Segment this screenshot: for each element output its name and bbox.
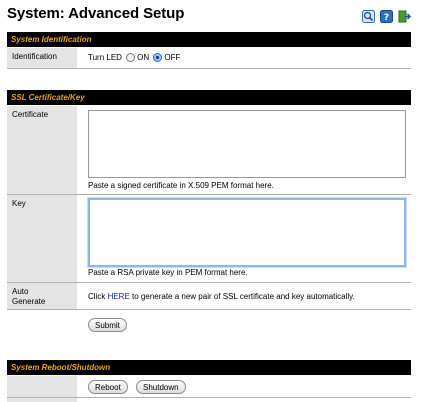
divider: [7, 309, 411, 310]
section-header-ssl: SSL Certificate/Key: [7, 90, 411, 105]
section-header-identification: System Identification: [7, 32, 411, 47]
certificate-hint: Paste a signed certificate in X.509 PEM …: [88, 181, 274, 190]
auto-generate-label: Auto Generate: [7, 283, 77, 309]
search-icon[interactable]: [362, 10, 375, 23]
led-control: Turn LED ON OFF: [88, 53, 180, 62]
reboot-label-cell: [7, 376, 77, 402]
auto-generate-suffix: to generate a new pair of SSL certificat…: [129, 292, 355, 301]
led-label: Turn LED: [88, 53, 122, 62]
shutdown-button[interactable]: Shutdown: [136, 380, 186, 394]
identification-label: Identification: [7, 48, 77, 68]
key-textarea[interactable]: [88, 198, 406, 267]
certificate-label: Certificate: [7, 106, 77, 194]
led-on-label: ON: [137, 53, 150, 62]
section-header-reboot: System Reboot/Shutdown: [7, 360, 411, 375]
auto-generate-text: Click HERE to generate a new pair of SSL…: [88, 292, 355, 301]
certificate-textarea[interactable]: [88, 110, 406, 178]
key-label: Key: [7, 195, 77, 282]
led-on-radio[interactable]: [126, 53, 136, 62]
led-off-label: OFF: [164, 53, 181, 62]
help-icon[interactable]: ?: [380, 10, 393, 23]
reboot-button[interactable]: Reboot: [88, 380, 128, 394]
divider: [7, 397, 411, 398]
svg-text:?: ?: [384, 13, 389, 23]
page-title: System: Advanced Setup: [7, 5, 185, 22]
key-hint: Paste a RSA private key in PEM format he…: [88, 268, 248, 277]
auto-generate-link[interactable]: HERE: [108, 292, 130, 301]
submit-button[interactable]: Submit: [88, 318, 127, 332]
toolbar: ?: [362, 10, 411, 23]
exit-icon[interactable]: [398, 10, 411, 23]
divider: [7, 68, 411, 69]
auto-generate-prefix: Click: [88, 292, 108, 301]
led-off-radio[interactable]: [153, 53, 163, 62]
